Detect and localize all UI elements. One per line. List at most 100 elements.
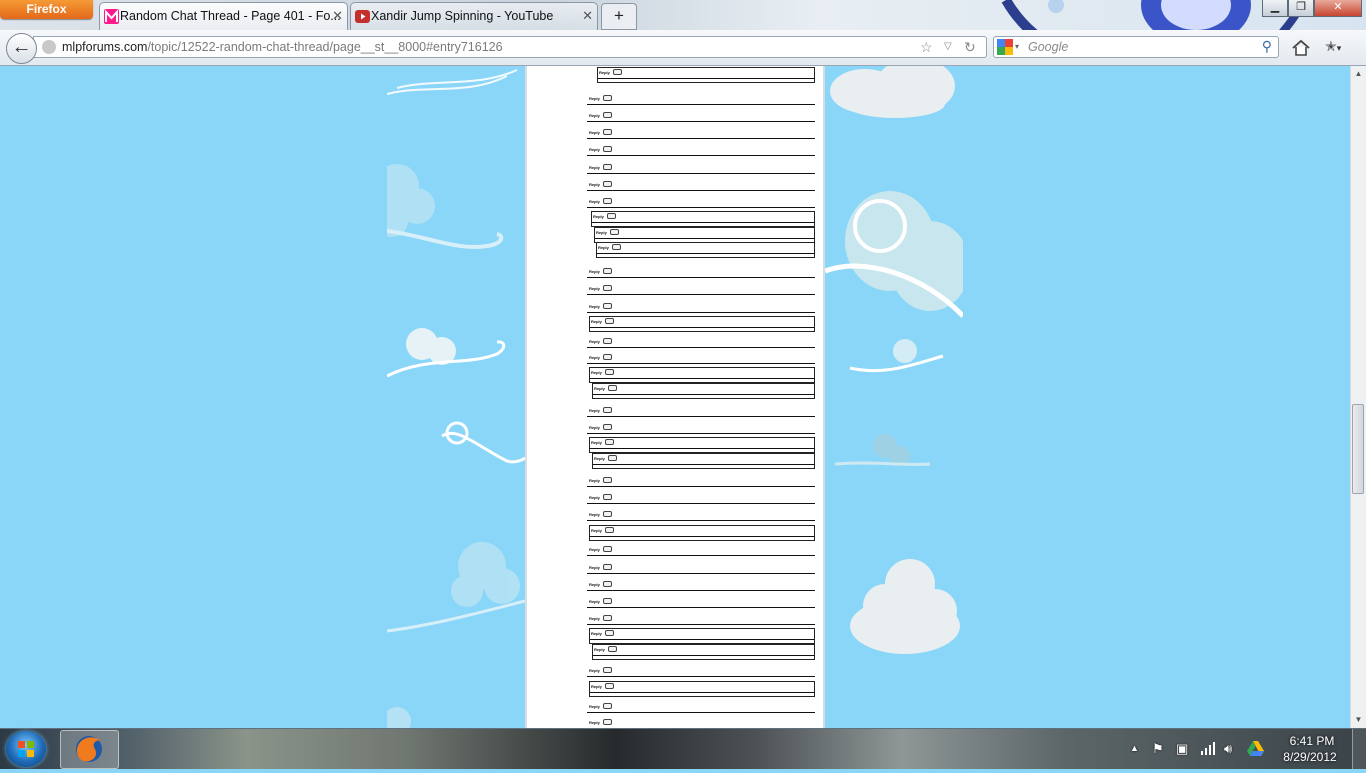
- quote-box: [589, 316, 815, 332]
- quote-box: [596, 242, 815, 258]
- firefox-menu-button[interactable]: Firefox: [0, 0, 93, 19]
- quote-row: Reply: [587, 337, 815, 351]
- quote-button[interactable]: [603, 703, 612, 709]
- quote-button[interactable]: [603, 112, 612, 118]
- quote-button[interactable]: [603, 494, 612, 500]
- quote-button[interactable]: [603, 546, 612, 552]
- navigation-toolbar: mlpforums.com/topic/12522-random-chat-th…: [0, 30, 1366, 66]
- action-center-flag-icon[interactable]: ⚑: [1152, 741, 1164, 757]
- quote-button[interactable]: [603, 338, 612, 344]
- new-tab-button[interactable]: +: [601, 3, 637, 30]
- taskbar-firefox-button[interactable]: [60, 730, 119, 769]
- google-icon[interactable]: [997, 39, 1013, 55]
- quote-divider: [587, 138, 815, 139]
- close-tab-icon[interactable]: ✕: [582, 3, 593, 29]
- quote-row: Reply: [587, 702, 815, 716]
- reply-label: Reply: [589, 408, 600, 413]
- quote-row: Reply: [592, 453, 815, 469]
- quote-button[interactable]: [603, 407, 612, 413]
- reply-label: Reply: [589, 286, 600, 291]
- show-desktop-button[interactable]: [1352, 729, 1366, 769]
- url-text[interactable]: mlpforums.com/topic/12522-random-chat-th…: [62, 37, 503, 57]
- quote-row: Reply: [587, 180, 815, 194]
- reply-label: Reply: [589, 355, 600, 360]
- show-hidden-icons-icon[interactable]: ▲: [1130, 743, 1139, 753]
- device-icon[interactable]: ▣: [1176, 741, 1188, 757]
- quote-button[interactable]: [603, 303, 612, 309]
- quote-button[interactable]: [603, 615, 612, 621]
- quote-divider: [587, 503, 815, 504]
- start-button[interactable]: [6, 731, 46, 767]
- quote-row: Reply: [587, 267, 815, 281]
- engine-dropdown-icon[interactable]: ▾: [1015, 37, 1019, 57]
- reload-icon[interactable]: ↻: [964, 37, 976, 57]
- site-identity-icon[interactable]: [42, 40, 56, 54]
- quote-divider: [587, 433, 815, 434]
- clock-date[interactable]: 8/29/2012: [1275, 750, 1345, 764]
- quote-button[interactable]: [603, 129, 612, 135]
- quote-box: [591, 211, 815, 227]
- clock-time[interactable]: 6:41 PM: [1282, 734, 1342, 748]
- volume-icon[interactable]: 🔊︎: [1224, 741, 1232, 757]
- back-button[interactable]: ←: [6, 33, 37, 64]
- quote-button[interactable]: [603, 198, 612, 204]
- quote-button[interactable]: [603, 667, 612, 673]
- scrollbar-thumb[interactable]: [1352, 404, 1364, 494]
- reply-label: Reply: [589, 269, 600, 274]
- search-magnifier-icon[interactable]: ⚲: [1262, 36, 1272, 56]
- quote-button[interactable]: [603, 424, 612, 430]
- quote-button[interactable]: [603, 285, 612, 291]
- quote-box: [589, 525, 815, 541]
- quote-divider: [587, 173, 815, 174]
- reply-label: Reply: [589, 147, 600, 152]
- reply-label: Reply: [589, 113, 600, 118]
- quote-button[interactable]: [603, 719, 612, 725]
- network-signal-icon[interactable]: [1200, 742, 1216, 755]
- scroll-down-arrow-icon[interactable]: ▼: [1351, 712, 1366, 728]
- close-tab-icon[interactable]: ✕: [332, 3, 343, 29]
- quote-row: Reply: [592, 644, 815, 660]
- reply-label: Reply: [589, 599, 600, 604]
- search-bar[interactable]: ▾ Google ⚲: [993, 36, 1279, 58]
- quote-button[interactable]: [603, 146, 612, 152]
- quote-button[interactable]: [603, 564, 612, 570]
- quote-row: Reply: [597, 67, 815, 83]
- quote-button[interactable]: [603, 164, 612, 170]
- google-drive-icon[interactable]: [1247, 741, 1264, 756]
- tab-random-chat-thread[interactable]: Random Chat Thread - Page 401 - Fo... ✕: [99, 2, 348, 30]
- quote-button[interactable]: [603, 598, 612, 604]
- search-input[interactable]: Google: [1028, 37, 1068, 57]
- reply-label: Reply: [589, 495, 600, 500]
- quote-button[interactable]: [603, 581, 612, 587]
- bookmark-star-icon[interactable]: ☆: [920, 37, 933, 57]
- quote-row: Reply: [587, 353, 815, 367]
- close-window-button[interactable]: ✕: [1314, 0, 1362, 17]
- reply-label: Reply: [589, 616, 600, 621]
- reply-label: Reply: [589, 478, 600, 483]
- reply-label: Reply: [589, 720, 600, 725]
- cloud-background-left: [387, 69, 525, 728]
- quote-row: Reply: [592, 383, 815, 399]
- quote-divider: [587, 363, 815, 364]
- scroll-up-arrow-icon[interactable]: ▲: [1351, 66, 1366, 82]
- quote-row: Reply: [587, 476, 815, 490]
- quote-row: Reply: [594, 227, 815, 243]
- minimize-button[interactable]: ▁: [1262, 0, 1288, 17]
- tab-label: Random Chat Thread - Page 401 - Fo...: [120, 9, 341, 23]
- history-dropdown-icon[interactable]: ▽: [944, 37, 952, 57]
- tab-youtube[interactable]: Xandir Jump Spinning - YouTube ✕: [350, 2, 598, 30]
- url-bar[interactable]: mlpforums.com/topic/12522-random-chat-th…: [33, 36, 987, 58]
- quote-button[interactable]: [603, 181, 612, 187]
- reply-label: Reply: [589, 199, 600, 204]
- nested-quote-stack: Reply Reply Reply Reply Reply Reply Reply Reply…: [587, 66, 817, 728]
- restore-button[interactable]: ❐: [1288, 0, 1314, 17]
- quote-button[interactable]: [603, 511, 612, 517]
- quote-divider: [587, 207, 815, 208]
- quote-button[interactable]: [603, 354, 612, 360]
- quote-button[interactable]: [603, 95, 612, 101]
- bookmarks-menu-button[interactable]: ✭▾: [1325, 38, 1355, 58]
- home-icon[interactable]: [1291, 38, 1311, 58]
- vertical-scrollbar[interactable]: ▲ ▼: [1350, 66, 1366, 728]
- quote-button[interactable]: [603, 268, 612, 274]
- quote-button[interactable]: [603, 477, 612, 483]
